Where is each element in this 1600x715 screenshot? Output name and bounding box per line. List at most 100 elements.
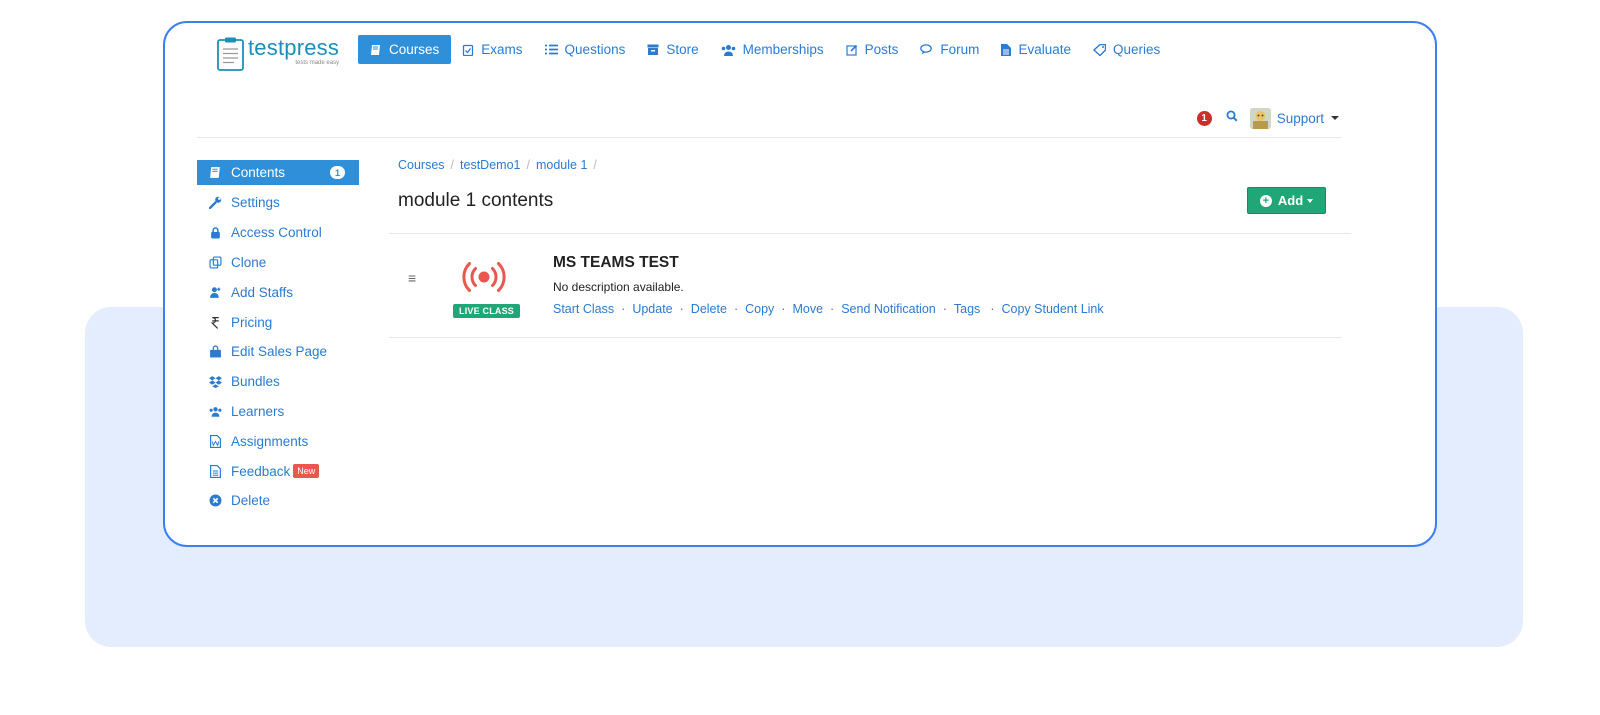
action-separator: ·: [830, 302, 835, 316]
nav-forum[interactable]: Forum: [909, 35, 990, 64]
sidebar-item-settings[interactable]: Settings: [197, 188, 359, 218]
avatar[interactable]: [1249, 107, 1271, 129]
sidebar-item-label: Pricing: [231, 314, 273, 330]
sidebar-item-edit-sales-page[interactable]: Edit Sales Page: [197, 337, 359, 367]
breadcrumb: Courses / testDemo1 / module 1 /: [398, 158, 603, 172]
nav-questions[interactable]: Questions: [534, 35, 637, 64]
sidebar-item-add-staffs[interactable]: Add Staffs: [197, 277, 359, 307]
sidebar-item-label: Settings: [231, 195, 280, 211]
edit-icon: [846, 44, 857, 56]
sidebar-item-label: Contents: [231, 165, 286, 180]
testpress-logo[interactable]: testpress tests made easy: [217, 37, 339, 71]
breadcrumb-module[interactable]: module 1: [536, 158, 587, 172]
action-copy[interactable]: Copy: [745, 302, 774, 316]
header-divider: [197, 137, 1341, 138]
search-icon[interactable]: [1226, 109, 1238, 127]
action-separator: ·: [990, 302, 995, 316]
user-toolbar: 1 Support: [1196, 107, 1339, 129]
sidebar-item-label: Edit Sales Page: [231, 344, 328, 360]
users-icon: [209, 407, 222, 417]
store-icon: [647, 44, 659, 55]
action-move[interactable]: Move: [792, 302, 823, 316]
sidebar-item-label: Bundles: [231, 374, 280, 390]
nav-memberships[interactable]: Memberships: [710, 35, 835, 64]
nav-forum-label: Forum: [940, 42, 980, 57]
content-description: No description available.: [553, 280, 684, 294]
wrench-icon: [209, 197, 222, 210]
file-word-icon: [210, 434, 221, 448]
file-icon: [1001, 43, 1012, 56]
sidebar-item-access-control[interactable]: Access Control: [197, 218, 359, 248]
live-class-badge: LIVE CLASS: [453, 304, 521, 318]
list-icon: [544, 44, 558, 55]
action-tags[interactable]: Tags: [954, 302, 980, 316]
sidebar-item-label: Add Staffs: [231, 284, 294, 300]
sidebar-item-assignments[interactable]: Assignments: [197, 426, 359, 456]
app-window: testpress tests made easy Courses Exams …: [163, 21, 1437, 547]
nav-exams-label: Exams: [481, 42, 523, 57]
sidebar-item-contents[interactable]: Contents 1: [197, 160, 359, 185]
rupee-icon: [210, 316, 219, 329]
sidebar-item-delete[interactable]: Delete: [197, 486, 359, 516]
notification-badge[interactable]: 1: [1196, 110, 1212, 126]
nav-queries-label: Queries: [1112, 42, 1161, 57]
sidebar-item-feedback[interactable]: Feedback New: [197, 456, 359, 486]
action-send-notification[interactable]: Send Notification: [841, 302, 936, 316]
user-menu-label[interactable]: Support: [1277, 111, 1324, 126]
nav-courses-label: Courses: [389, 42, 440, 57]
chevron-down-icon: [1307, 198, 1314, 203]
sidebar-item-label: Learners: [231, 403, 285, 419]
clone-icon: [209, 256, 222, 269]
chevron-down-icon[interactable]: [1331, 116, 1339, 120]
users-icon: [721, 44, 735, 56]
sidebar-item-pricing[interactable]: Pricing: [197, 307, 359, 337]
content-divider: [389, 337, 1341, 338]
action-update[interactable]: Update: [632, 302, 672, 316]
action-delete[interactable]: Delete: [691, 302, 727, 316]
sidebar: Contents 1 Settings Access Control Clone…: [197, 160, 359, 516]
nav-courses[interactable]: Courses: [358, 35, 452, 64]
tag-icon: [1092, 43, 1106, 56]
lock-icon: [211, 227, 220, 239]
main-nav: Courses Exams Questions Store Membership…: [358, 35, 1171, 64]
nav-queries[interactable]: Queries: [1082, 35, 1171, 64]
user-plus-icon: [210, 287, 221, 298]
chat-icon: [920, 44, 933, 55]
nav-store[interactable]: Store: [636, 35, 709, 64]
sidebar-item-learners[interactable]: Learners: [197, 397, 359, 427]
nav-exams[interactable]: Exams: [451, 35, 533, 64]
nav-evaluate-label: Evaluate: [1018, 42, 1071, 57]
content-actions: Start Class · Update · Delete · Copy · M…: [553, 302, 1104, 316]
action-separator: ·: [679, 302, 684, 316]
content-title[interactable]: MS TEAMS TEST: [553, 254, 679, 272]
logo-tagline: tests made easy: [295, 60, 340, 66]
nav-questions-label: Questions: [564, 42, 626, 57]
add-button[interactable]: + Add: [1247, 187, 1326, 214]
breadcrumb-courses[interactable]: Courses: [398, 158, 445, 172]
times-circle-icon: [209, 494, 222, 507]
sidebar-item-label: Assignments: [231, 433, 309, 449]
breadcrumb-course[interactable]: testDemo1: [460, 158, 520, 172]
book-icon: [210, 167, 220, 178]
sidebar-item-label: Access Control: [231, 225, 322, 241]
nav-posts[interactable]: Posts: [835, 35, 910, 64]
contents-count-badge: 1: [330, 166, 345, 179]
nav-posts-label: Posts: [864, 42, 899, 57]
action-separator: ·: [942, 302, 947, 316]
sidebar-item-label: Delete: [231, 493, 271, 509]
drag-handle-icon[interactable]: ≡: [408, 270, 416, 286]
action-start-class[interactable]: Start Class: [553, 302, 614, 316]
shopping-bag-icon: [210, 345, 221, 358]
nav-memberships-label: Memberships: [742, 42, 824, 57]
action-copy-student-link[interactable]: Copy Student Link: [1001, 302, 1103, 316]
breadcrumb-separator: /: [526, 158, 530, 172]
action-separator: ·: [621, 302, 626, 316]
action-separator: ·: [781, 302, 786, 316]
live-broadcast-icon: [460, 257, 508, 302]
add-button-label: Add: [1277, 193, 1304, 208]
new-badge: New: [293, 464, 320, 479]
sidebar-item-bundles[interactable]: Bundles: [197, 367, 359, 397]
action-separator: ·: [733, 302, 739, 316]
sidebar-item-clone[interactable]: Clone: [197, 248, 359, 278]
nav-evaluate[interactable]: Evaluate: [990, 35, 1082, 64]
